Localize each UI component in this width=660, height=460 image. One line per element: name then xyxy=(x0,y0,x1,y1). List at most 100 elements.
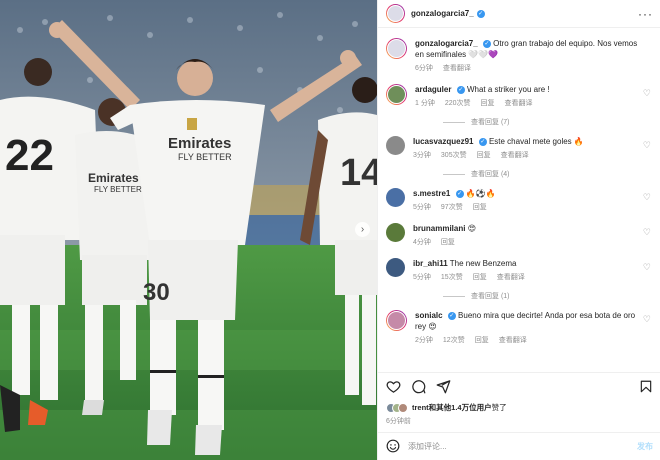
avatar-ring[interactable] xyxy=(386,38,407,59)
verified-icon: ✓ xyxy=(478,137,487,146)
avatar-ring[interactable] xyxy=(386,84,407,105)
view-replies-label[interactable]: 查看回复 (7) xyxy=(471,117,510,127)
verified-icon: ✓ xyxy=(456,85,465,94)
liker-avatars xyxy=(386,402,408,413)
comment-meta: 6分钟 查看翻译 xyxy=(415,63,639,74)
comment-username[interactable]: s.mestre1 xyxy=(413,189,450,198)
svg-text:FLY BETTER: FLY BETTER xyxy=(94,185,142,194)
next-photo-button[interactable]: › xyxy=(355,222,370,237)
svg-text:22: 22 xyxy=(5,131,54,180)
more-icon[interactable]: ··· xyxy=(638,7,653,21)
see-translation-link[interactable]: 查看翻译 xyxy=(443,63,471,74)
reply-button[interactable]: 回复 xyxy=(477,150,491,161)
comments-list[interactable]: gonzalogarcia7_ ✓ Otro gran trabajo del … xyxy=(378,28,660,372)
comment-likes[interactable]: 15次赞 xyxy=(441,272,463,283)
svg-text:Emirates: Emirates xyxy=(168,135,231,152)
verified-icon: ✓ xyxy=(482,39,491,48)
comment-time[interactable]: 1 分钟 xyxy=(415,98,435,109)
post-comment-button[interactable]: 发布 xyxy=(637,441,653,452)
comment-username[interactable]: ibr_ahi11 xyxy=(413,259,448,268)
comment-username[interactable]: ardaguler xyxy=(415,85,451,94)
comment-text: What a striker you are ! xyxy=(466,85,550,94)
avatar[interactable] xyxy=(387,311,406,330)
photo-illustration: 22 Emirates FLY BETTER 14 Emirates FLY B… xyxy=(0,0,377,460)
share-icon[interactable] xyxy=(436,379,451,394)
avatar[interactable] xyxy=(386,188,405,207)
comment-likes[interactable]: 220次赞 xyxy=(445,98,471,109)
comment-time[interactable]: 2分钟 xyxy=(415,335,433,346)
add-comment-bar: 添加评论... 发布 xyxy=(378,432,660,460)
comment-input[interactable]: 添加评论... xyxy=(408,441,637,452)
likes-summary: trent 和其他1.4万位用户 赞了 xyxy=(386,402,507,413)
comment-time[interactable]: 3分钟 xyxy=(413,150,431,161)
comment-text: 🔥⚽🔥 xyxy=(465,189,496,198)
comment-item: lucasvazquez91 ✓ Este chaval mete goles … xyxy=(386,136,653,161)
reply-button[interactable]: 回复 xyxy=(473,202,487,213)
see-translation-link[interactable]: 查看翻译 xyxy=(505,98,533,109)
avatar[interactable] xyxy=(387,5,404,22)
view-replies-label[interactable]: 查看回复 (4) xyxy=(471,169,510,179)
see-translation-link[interactable]: 查看翻译 xyxy=(499,335,527,346)
comment-likes[interactable]: 97次赞 xyxy=(441,202,463,213)
author-avatar-ring[interactable] xyxy=(386,4,405,23)
comment-likes[interactable]: 305次赞 xyxy=(441,150,467,161)
liker-username[interactable]: trent xyxy=(412,403,429,412)
svg-text:30: 30 xyxy=(143,279,170,306)
comment-username[interactable]: gonzalogarcia7_ xyxy=(415,39,478,48)
comment-time[interactable]: 5分钟 xyxy=(413,202,431,213)
avatar[interactable] xyxy=(387,39,406,58)
comment-item: brunammilani 😍 4分钟 回复 ♡ xyxy=(386,223,653,248)
verified-icon: ✓ xyxy=(476,9,485,18)
view-replies[interactable]: 查看回复 (4) xyxy=(443,169,653,179)
comment-text: The new Benzema xyxy=(449,259,517,268)
avatar[interactable] xyxy=(387,85,406,104)
emoji-icon[interactable] xyxy=(386,439,400,455)
comment-item: sonialc ✓ Bueno mira que decirte! Anda p… xyxy=(386,310,653,346)
post-header: gonzalogarcia7_ ✓ ··· xyxy=(378,0,660,28)
avatar[interactable] xyxy=(398,402,408,413)
comment-text: Este chaval mete goles 🔥 xyxy=(488,137,584,146)
svg-text:FLY BETTER: FLY BETTER xyxy=(178,152,232,162)
comment-username[interactable]: lucasvazquez91 xyxy=(413,137,473,146)
comment-username[interactable]: brunammilani xyxy=(413,224,465,233)
avatar[interactable] xyxy=(386,223,405,242)
post-panel: gonzalogarcia7_ ✓ ··· gonzalogarcia7_ ✓ … xyxy=(377,0,660,460)
post-timestamp[interactable]: 6分钟前 xyxy=(386,416,411,426)
bookmark-icon[interactable] xyxy=(639,379,653,394)
heart-icon[interactable]: ♡ xyxy=(643,88,651,99)
reply-button[interactable]: 回复 xyxy=(481,98,495,109)
comment-meta: 5分钟 97次赞 回复 xyxy=(413,202,639,213)
view-replies[interactable]: 查看回复 (7) xyxy=(443,117,653,127)
comment-icon[interactable] xyxy=(411,379,426,394)
avatar[interactable] xyxy=(386,258,405,277)
comment-time[interactable]: 6分钟 xyxy=(415,63,433,74)
heart-icon[interactable]: ♡ xyxy=(643,227,651,238)
comment-time[interactable]: 5分钟 xyxy=(413,272,431,283)
reply-button[interactable]: 回复 xyxy=(475,335,489,346)
heart-icon[interactable]: ♡ xyxy=(643,140,651,151)
comment-time[interactable]: 4分钟 xyxy=(413,237,431,248)
reply-button[interactable]: 回复 xyxy=(473,272,487,283)
comment-body: s.mestre1 ✓ 🔥⚽🔥 5分钟 97次赞 回复 xyxy=(413,188,653,213)
avatar[interactable] xyxy=(386,136,405,155)
comment-body: gonzalogarcia7_ ✓ Otro gran trabajo del … xyxy=(415,38,653,74)
heart-icon[interactable]: ♡ xyxy=(643,314,651,325)
heart-icon[interactable] xyxy=(386,379,401,394)
see-translation-link[interactable]: 查看翻译 xyxy=(497,272,525,283)
view-replies[interactable]: 查看回复 (1) xyxy=(443,291,653,301)
reply-button[interactable]: 回复 xyxy=(441,237,455,248)
likes-count[interactable]: 和其他1.4万位用户 xyxy=(429,402,492,413)
avatar-ring[interactable] xyxy=(386,310,407,331)
heart-icon[interactable]: ♡ xyxy=(643,262,651,273)
svg-text:14: 14 xyxy=(340,152,377,194)
view-replies-label[interactable]: 查看回复 (1) xyxy=(471,291,510,301)
comment-item: s.mestre1 ✓ 🔥⚽🔥 5分钟 97次赞 回复 ♡ xyxy=(386,188,653,213)
comment-username[interactable]: sonialc xyxy=(415,311,443,320)
comment-likes[interactable]: 12次赞 xyxy=(443,335,465,346)
author-username[interactable]: gonzalogarcia7_ xyxy=(411,9,474,18)
see-translation-link[interactable]: 查看翻译 xyxy=(501,150,529,161)
heart-icon[interactable]: ♡ xyxy=(643,192,651,203)
comment-item: ardaguler ✓ What a striker you are ! 1 分… xyxy=(386,84,653,109)
comment-meta: 4分钟 回复 xyxy=(413,237,639,248)
post-photo: 22 Emirates FLY BETTER 14 Emirates FLY B… xyxy=(0,0,377,460)
